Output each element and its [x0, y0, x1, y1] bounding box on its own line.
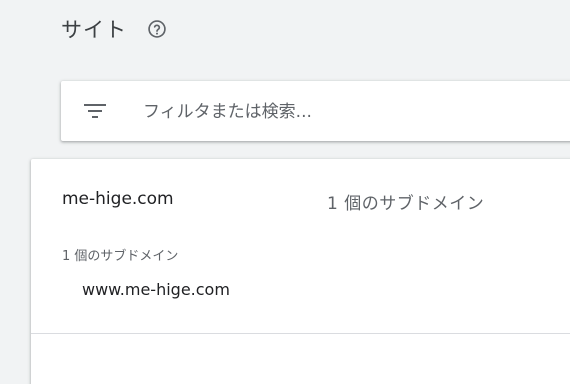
page-title: サイト [61, 18, 127, 42]
filter-list-icon-glyph [84, 104, 106, 118]
subdomain-item[interactable]: www.me-hige.com [82, 280, 230, 299]
sites-list-card: me-hige.com 1 個のサブドメイン 1 個のサブドメイン www.me… [31, 159, 570, 384]
filter-bar [61, 81, 570, 141]
subdomain-count: 1 個のサブドメイン [327, 194, 485, 214]
domain-name: me-hige.com [62, 189, 174, 209]
help-circle-icon-glyph [148, 20, 166, 38]
sites-page: サイト me-hige.com 1 個のサブドメイン 1 個のサブドメイン ww… [0, 0, 570, 384]
property-row[interactable]: me-hige.com 1 個のサブドメイン 1 個のサブドメイン www.me… [31, 159, 570, 334]
help-circle-icon[interactable] [147, 19, 167, 39]
filter-list-icon[interactable] [83, 101, 107, 121]
page-header: サイト [61, 12, 167, 46]
subdomain-heading: 1 個のサブドメイン [62, 249, 179, 264]
filter-search-input[interactable] [141, 97, 565, 127]
